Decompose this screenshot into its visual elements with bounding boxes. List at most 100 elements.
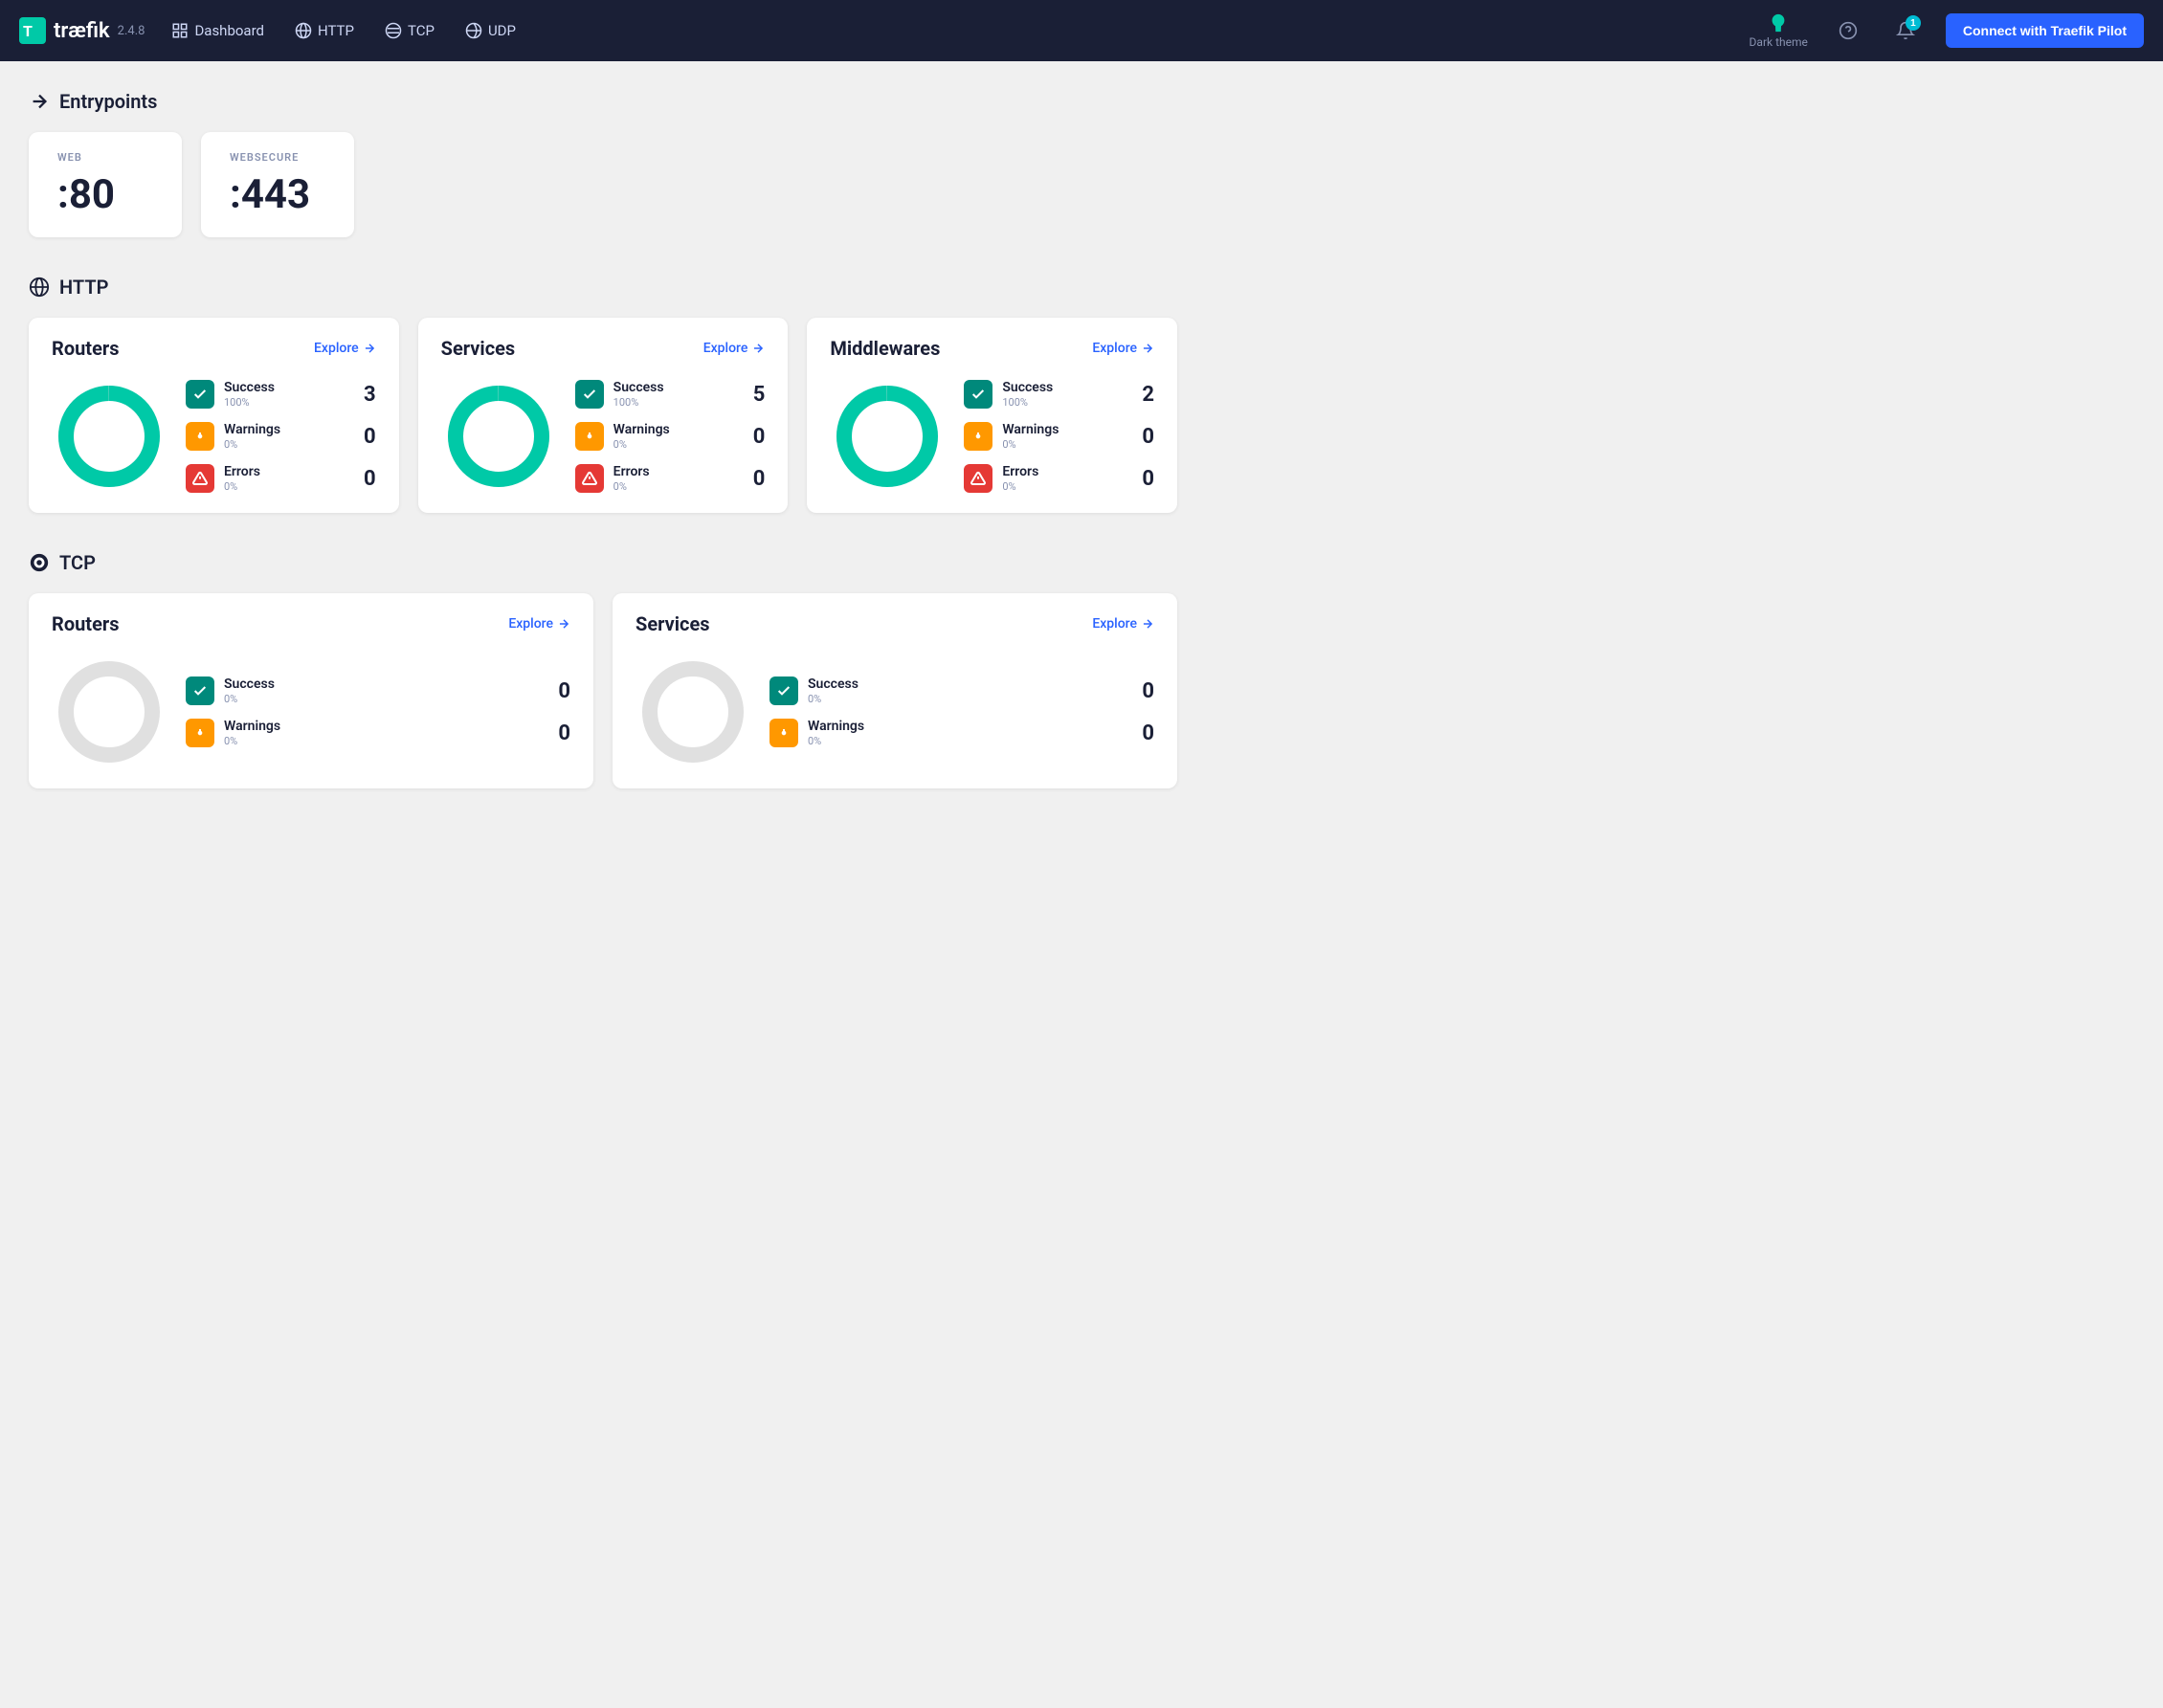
http-services-success-row: Success 100% 5 xyxy=(575,380,766,409)
http-middlewares-warnings-count: 0 xyxy=(1135,425,1154,449)
app-name: træfik xyxy=(54,19,110,43)
http-middlewares-errors-pct: 0% xyxy=(1002,480,1126,493)
http-middlewares-success-count: 2 xyxy=(1135,383,1154,407)
tcp-routers-stats: Success 0% 0 Warnings 0% 0 xyxy=(186,677,570,747)
tcp-services-stats: Success 0% 0 Warnings 0% 0 xyxy=(769,677,1154,747)
tcp-routers-success-row: Success 0% 0 xyxy=(186,677,570,705)
tcp-routers-warnings-label: Warnings xyxy=(224,719,542,735)
http-middlewares-errors-row: Errors 0% 0 xyxy=(964,464,1154,493)
http-routers-warnings-pct: 0% xyxy=(224,438,347,451)
http-routers-errors-count: 0 xyxy=(357,467,376,491)
http-middlewares-stats: Success 100% 2 Warnings 0% 0 xyxy=(964,380,1154,493)
http-middlewares-success-pct: 100% xyxy=(1002,396,1126,409)
entrypoints-icon xyxy=(29,91,50,112)
http-routers-warnings-count: 0 xyxy=(357,425,376,449)
http-middlewares-warnings-row: Warnings 0% 0 xyxy=(964,422,1154,451)
nav-tcp[interactable]: TCP xyxy=(381,16,438,45)
tcp-services-warnings-count: 0 xyxy=(1135,721,1154,745)
tcp-services-warnings-pct: 0% xyxy=(808,735,1126,747)
http-services-success-count: 5 xyxy=(746,383,765,407)
http-services-warnings-row: Warnings 0% 0 xyxy=(575,422,766,451)
http-middlewares-card: Middlewares Explore xyxy=(807,318,1177,513)
http-services-warnings-pct: 0% xyxy=(613,438,737,451)
tcp-services-success-pct: 0% xyxy=(808,693,1126,705)
http-middlewares-donut xyxy=(830,379,945,494)
app-logo: T træfik 2.4.8 xyxy=(19,17,145,44)
dark-theme-toggle[interactable]: Dark theme xyxy=(1750,12,1808,49)
http-routers-errors-label: Errors xyxy=(224,464,347,480)
tcp-services-explore-link[interactable]: Explore xyxy=(1092,616,1154,632)
warning-icon xyxy=(186,719,214,747)
warning-icon xyxy=(769,719,798,747)
http-services-warnings-label: Warnings xyxy=(613,422,737,438)
http-services-errors-pct: 0% xyxy=(613,480,737,493)
http-services-success-pct: 100% xyxy=(613,396,737,409)
http-middlewares-success-row: Success 100% 2 xyxy=(964,380,1154,409)
warning-icon xyxy=(186,422,214,451)
tcp-routers-success-pct: 0% xyxy=(224,693,542,705)
http-services-warnings-count: 0 xyxy=(746,425,765,449)
http-routers-explore-link[interactable]: Explore xyxy=(314,341,376,356)
notification-button[interactable]: 1 xyxy=(1888,13,1923,48)
app-version: 2.4.8 xyxy=(118,24,145,38)
explore-arrow-icon xyxy=(1141,617,1154,631)
tcp-routers-card-body: Success 0% 0 Warnings 0% 0 xyxy=(52,654,570,769)
tcp-routers-success-label: Success xyxy=(224,677,542,693)
success-icon xyxy=(964,380,992,409)
nav-http[interactable]: HTTP xyxy=(291,16,358,45)
tcp-services-success-count: 0 xyxy=(1135,679,1154,703)
http-routers-warnings-label: Warnings xyxy=(224,422,347,438)
entrypoints-grid: WEB :80 WEBSECURE :443 xyxy=(29,132,1177,237)
http-middlewares-errors-count: 0 xyxy=(1135,467,1154,491)
http-section-header: HTTP xyxy=(29,276,1177,299)
success-icon xyxy=(575,380,604,409)
tcp-routers-card: Routers Explore xyxy=(29,593,593,788)
nav-udp[interactable]: UDP xyxy=(461,16,520,45)
navbar: T træfik 2.4.8 Dashboard HTTP TCP UDP xyxy=(0,0,2163,61)
nav-dashboard[interactable]: Dashboard xyxy=(167,16,268,45)
entrypoint-websecure-port: :443 xyxy=(230,171,325,218)
tcp-services-warnings-row: Warnings 0% 0 xyxy=(769,719,1154,747)
http-routers-title: Routers xyxy=(52,337,119,360)
http-services-errors-count: 0 xyxy=(746,467,765,491)
explore-arrow-icon xyxy=(1141,342,1154,355)
main-content: Entrypoints WEB :80 WEBSECURE :443 HTTP … xyxy=(0,61,1206,855)
connect-pilot-button[interactable]: Connect with Traefik Pilot xyxy=(1946,13,2144,48)
tcp-services-success-row: Success 0% 0 xyxy=(769,677,1154,705)
http-services-success-label: Success xyxy=(613,380,737,396)
http-services-card-body: Success 100% 5 Warnings 0% 0 xyxy=(441,379,766,494)
entrypoints-section-header: Entrypoints xyxy=(29,90,1177,113)
tcp-routers-explore-link[interactable]: Explore xyxy=(508,616,570,632)
http-routers-errors-row: Errors 0% 0 xyxy=(186,464,376,493)
http-icon xyxy=(29,277,50,298)
http-routers-success-row: Success 100% 3 xyxy=(186,380,376,409)
entrypoint-web-port: :80 xyxy=(57,171,153,218)
http-services-errors-label: Errors xyxy=(613,464,737,480)
http-middlewares-warnings-label: Warnings xyxy=(1002,422,1126,438)
http-routers-success-pct: 100% xyxy=(224,396,347,409)
error-icon xyxy=(575,464,604,493)
entrypoint-websecure: WEBSECURE :443 xyxy=(201,132,354,237)
explore-arrow-icon xyxy=(363,342,376,355)
tcp-title: TCP xyxy=(59,551,96,574)
warning-icon xyxy=(964,422,992,451)
http-middlewares-errors-label: Errors xyxy=(1002,464,1126,480)
tcp-cards-grid: Routers Explore xyxy=(29,593,1177,788)
entrypoint-web: WEB :80 xyxy=(29,132,182,237)
http-services-stats: Success 100% 5 Warnings 0% 0 xyxy=(575,380,766,493)
tcp-services-success-label: Success xyxy=(808,677,1126,693)
tcp-section-header: TCP xyxy=(29,551,1177,574)
http-routers-success-count: 3 xyxy=(357,383,376,407)
http-services-explore-link[interactable]: Explore xyxy=(703,341,766,356)
http-middlewares-card-body: Success 100% 2 Warnings 0% 0 xyxy=(830,379,1154,494)
tcp-routers-warnings-pct: 0% xyxy=(224,735,542,747)
success-icon xyxy=(186,380,214,409)
help-button[interactable] xyxy=(1831,13,1865,48)
success-icon xyxy=(186,677,214,705)
tcp-services-card-header: Services Explore xyxy=(636,612,1154,635)
http-title: HTTP xyxy=(59,276,108,299)
http-services-errors-row: Errors 0% 0 xyxy=(575,464,766,493)
tcp-services-card-body: Success 0% 0 Warnings 0% 0 xyxy=(636,654,1154,769)
http-middlewares-explore-link[interactable]: Explore xyxy=(1092,341,1154,356)
explore-arrow-icon xyxy=(751,342,765,355)
